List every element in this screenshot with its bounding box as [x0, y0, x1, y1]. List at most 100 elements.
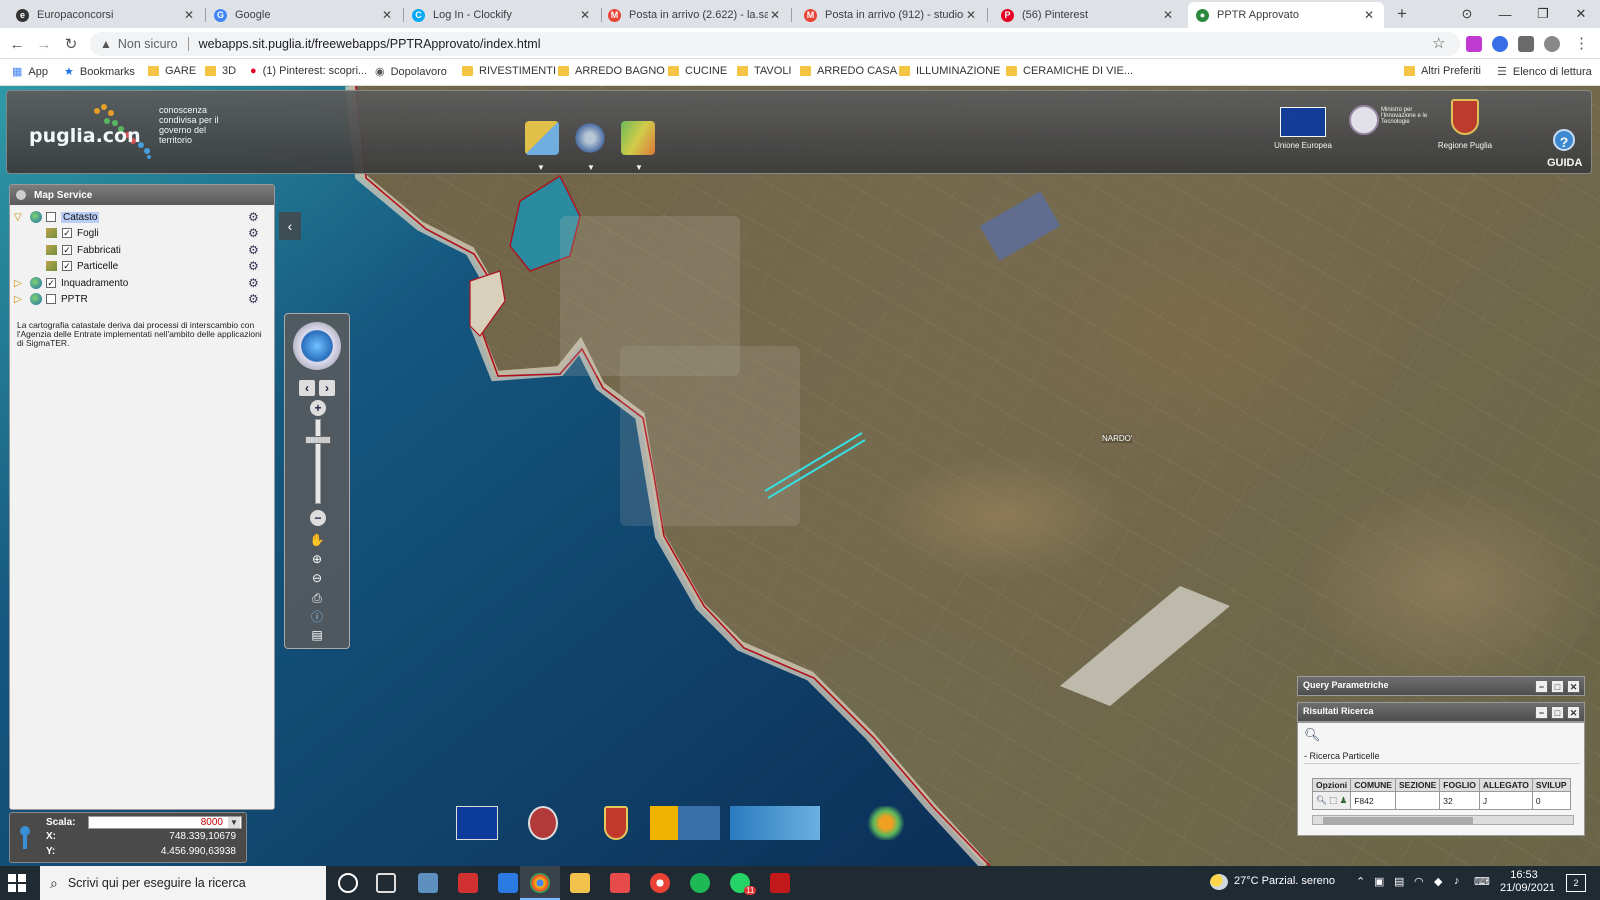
- layer-checkbox[interactable]: ✓: [62, 261, 72, 271]
- security-label[interactable]: Non sicuro: [118, 37, 178, 51]
- notifications-icon[interactable]: 2: [1566, 874, 1586, 892]
- task-view-icon[interactable]: [376, 873, 396, 893]
- table-row[interactable]: 🔍︎ ⬚ ♟ F842 32 J 0: [1311, 791, 1571, 810]
- scale-input[interactable]: 8000: [88, 816, 242, 829]
- menu-icon[interactable]: ⋮: [1574, 34, 1589, 52]
- dropbox-icon[interactable]: [498, 873, 518, 893]
- calculator-icon[interactable]: [418, 873, 438, 893]
- layer-settings-icon[interactable]: ⚙: [248, 243, 262, 257]
- zoom-out-icon[interactable]: −: [310, 510, 326, 526]
- expand-arrow-icon[interactable]: ▷: [14, 278, 26, 289]
- tab-clockify[interactable]: C Log In - Clockify ✕: [404, 2, 600, 28]
- tab-europaconcorsi[interactable]: e Europaconcorsi ✕: [8, 2, 204, 28]
- horizontal-scrollbar[interactable]: [1312, 815, 1574, 825]
- layer-fabbricati[interactable]: ✓ Fabbricati ⚙: [46, 242, 270, 258]
- close-icon[interactable]: ✕: [1567, 706, 1580, 719]
- layer-label[interactable]: Fabbricati: [77, 245, 121, 256]
- reload-button[interactable]: ↻: [60, 33, 82, 55]
- minimize-icon[interactable]: −: [1535, 680, 1548, 693]
- layer-catasto[interactable]: ▽ Catasto ⚙: [14, 209, 270, 225]
- restore-button[interactable]: ❐: [1524, 0, 1562, 28]
- reading-list[interactable]: ☰ Elenco di lettura: [1497, 65, 1592, 79]
- chevron-down-icon[interactable]: ▼: [228, 817, 240, 828]
- minimize-icon[interactable]: −: [1535, 706, 1548, 719]
- bookmark-dopolavoro[interactable]: ◉ Dopolavoro: [375, 65, 447, 79]
- weather-icon[interactable]: [1210, 874, 1228, 890]
- back-button[interactable]: ←: [6, 33, 28, 55]
- minimize-button[interactable]: —: [1486, 0, 1524, 28]
- maximize-icon[interactable]: □: [1551, 706, 1564, 719]
- layer-label[interactable]: PPTR: [61, 294, 88, 305]
- search-icon[interactable]: 🔍︎: [1304, 727, 1321, 743]
- bookmark-folder[interactable]: CERAMICHE DI VIE...: [1006, 65, 1133, 77]
- pdf-icon[interactable]: [610, 873, 630, 893]
- forward-button[interactable]: →: [33, 33, 55, 55]
- layer-checkbox[interactable]: ✓: [62, 245, 72, 255]
- map-tool-icon[interactable]: [621, 121, 655, 155]
- layer-label[interactable]: Fogli: [77, 228, 99, 239]
- layer-checkbox[interactable]: ✓: [62, 228, 72, 238]
- layer-fogli[interactable]: ✓ Fogli ⚙: [46, 225, 270, 241]
- help-icon[interactable]: ?: [1553, 129, 1575, 151]
- new-tab-button[interactable]: +: [1392, 4, 1412, 24]
- chrome-icon[interactable]: [530, 873, 550, 893]
- chevron-down-icon[interactable]: ▼: [537, 163, 545, 172]
- expand-arrow-icon[interactable]: ▽: [14, 212, 26, 223]
- chevron-down-icon[interactable]: ▼: [587, 163, 595, 172]
- profile-avatar[interactable]: [1544, 36, 1560, 52]
- chevron-down-icon[interactable]: ▼: [635, 163, 643, 172]
- tab-pinterest[interactable]: P (56) Pinterest ✕: [993, 2, 1183, 28]
- zoom-in-icon[interactable]: +: [310, 400, 326, 416]
- print-icon[interactable]: ⎙: [309, 590, 325, 606]
- close-tab-icon[interactable]: ✕: [964, 8, 978, 22]
- tab-gmail-1[interactable]: M Posta in arrivo (2.622) - la.sara.g ✕: [600, 2, 790, 28]
- layer-settings-icon[interactable]: ⚙: [248, 226, 262, 240]
- zoom-slider[interactable]: [315, 419, 321, 504]
- address-bar[interactable]: ▲ Non sicuro webapps.sit.puglia.it/freew…: [90, 32, 1460, 56]
- bookmark-folder[interactable]: TAVOLI: [737, 65, 792, 77]
- bookmark-folder[interactable]: ARREDO BAGNO: [558, 65, 665, 77]
- bookmark-folder[interactable]: ARREDO CASA: [800, 65, 897, 77]
- collapse-panel-button[interactable]: ‹: [279, 212, 301, 240]
- previous-extent-icon[interactable]: ‹: [299, 380, 315, 396]
- expand-arrow-icon[interactable]: ▷: [14, 294, 26, 305]
- keyboard-icon[interactable]: ⌨: [1474, 875, 1490, 888]
- select-icon[interactable]: ⬚: [1329, 795, 1337, 805]
- layer-settings-icon[interactable]: ⚙: [248, 210, 262, 224]
- layer-settings-icon[interactable]: ⚙: [248, 259, 262, 273]
- layer-label[interactable]: Particelle: [77, 261, 118, 272]
- cortana-icon[interactable]: [338, 873, 358, 893]
- tray-app-icon[interactable]: ▤: [1394, 875, 1404, 888]
- info-icon[interactable]: ⓘ: [309, 609, 325, 625]
- chrome-icon[interactable]: [650, 873, 670, 893]
- close-tab-icon[interactable]: ✕: [1161, 8, 1175, 22]
- settings-gears-icon[interactable]: [573, 121, 607, 155]
- layer-checkbox[interactable]: [46, 294, 56, 304]
- bookmark-folder[interactable]: GARE: [148, 65, 196, 77]
- close-tab-icon[interactable]: ✕: [1362, 8, 1376, 22]
- bookmark-folder[interactable]: CUCINE: [668, 65, 727, 77]
- adobe-icon[interactable]: [458, 873, 478, 893]
- layer-checkbox[interactable]: ✓: [46, 278, 56, 288]
- bookmark-bookmarks[interactable]: ★ Bookmarks: [64, 65, 135, 79]
- layer-settings-icon[interactable]: ⚙: [248, 276, 262, 290]
- spotify-icon[interactable]: [690, 873, 710, 893]
- pan-hand-icon[interactable]: ✋: [309, 532, 325, 548]
- layer-label[interactable]: Catasto: [61, 211, 100, 223]
- tab-pptr-approvato[interactable]: ● PPTR Approvato ✕: [1188, 2, 1384, 28]
- clock[interactable]: 16:53 21/09/2021: [1500, 869, 1555, 895]
- dropbox-tray-icon[interactable]: ◆: [1434, 875, 1442, 888]
- zoom-to-icon[interactable]: 🔍︎: [1316, 795, 1327, 805]
- zoom-box-in-icon[interactable]: ⊕: [309, 551, 325, 567]
- close-tab-icon[interactable]: ✕: [182, 8, 196, 22]
- extension-icon[interactable]: [1466, 36, 1482, 52]
- url-text[interactable]: webapps.sit.puglia.it/freewebapps/PPTRAp…: [199, 37, 541, 51]
- windows-start-icon[interactable]: [8, 874, 26, 892]
- people-icon[interactable]: ♟: [1340, 795, 1348, 805]
- extensions-puzzle-icon[interactable]: [1518, 36, 1534, 52]
- weather-text[interactable]: 27°C Parzial. sereno: [1234, 875, 1335, 887]
- guida-button[interactable]: GUIDA: [1547, 157, 1582, 169]
- close-tab-icon[interactable]: ✕: [768, 8, 782, 22]
- zoom-slider-thumb[interactable]: [305, 436, 331, 444]
- close-tab-icon[interactable]: ✕: [380, 8, 394, 22]
